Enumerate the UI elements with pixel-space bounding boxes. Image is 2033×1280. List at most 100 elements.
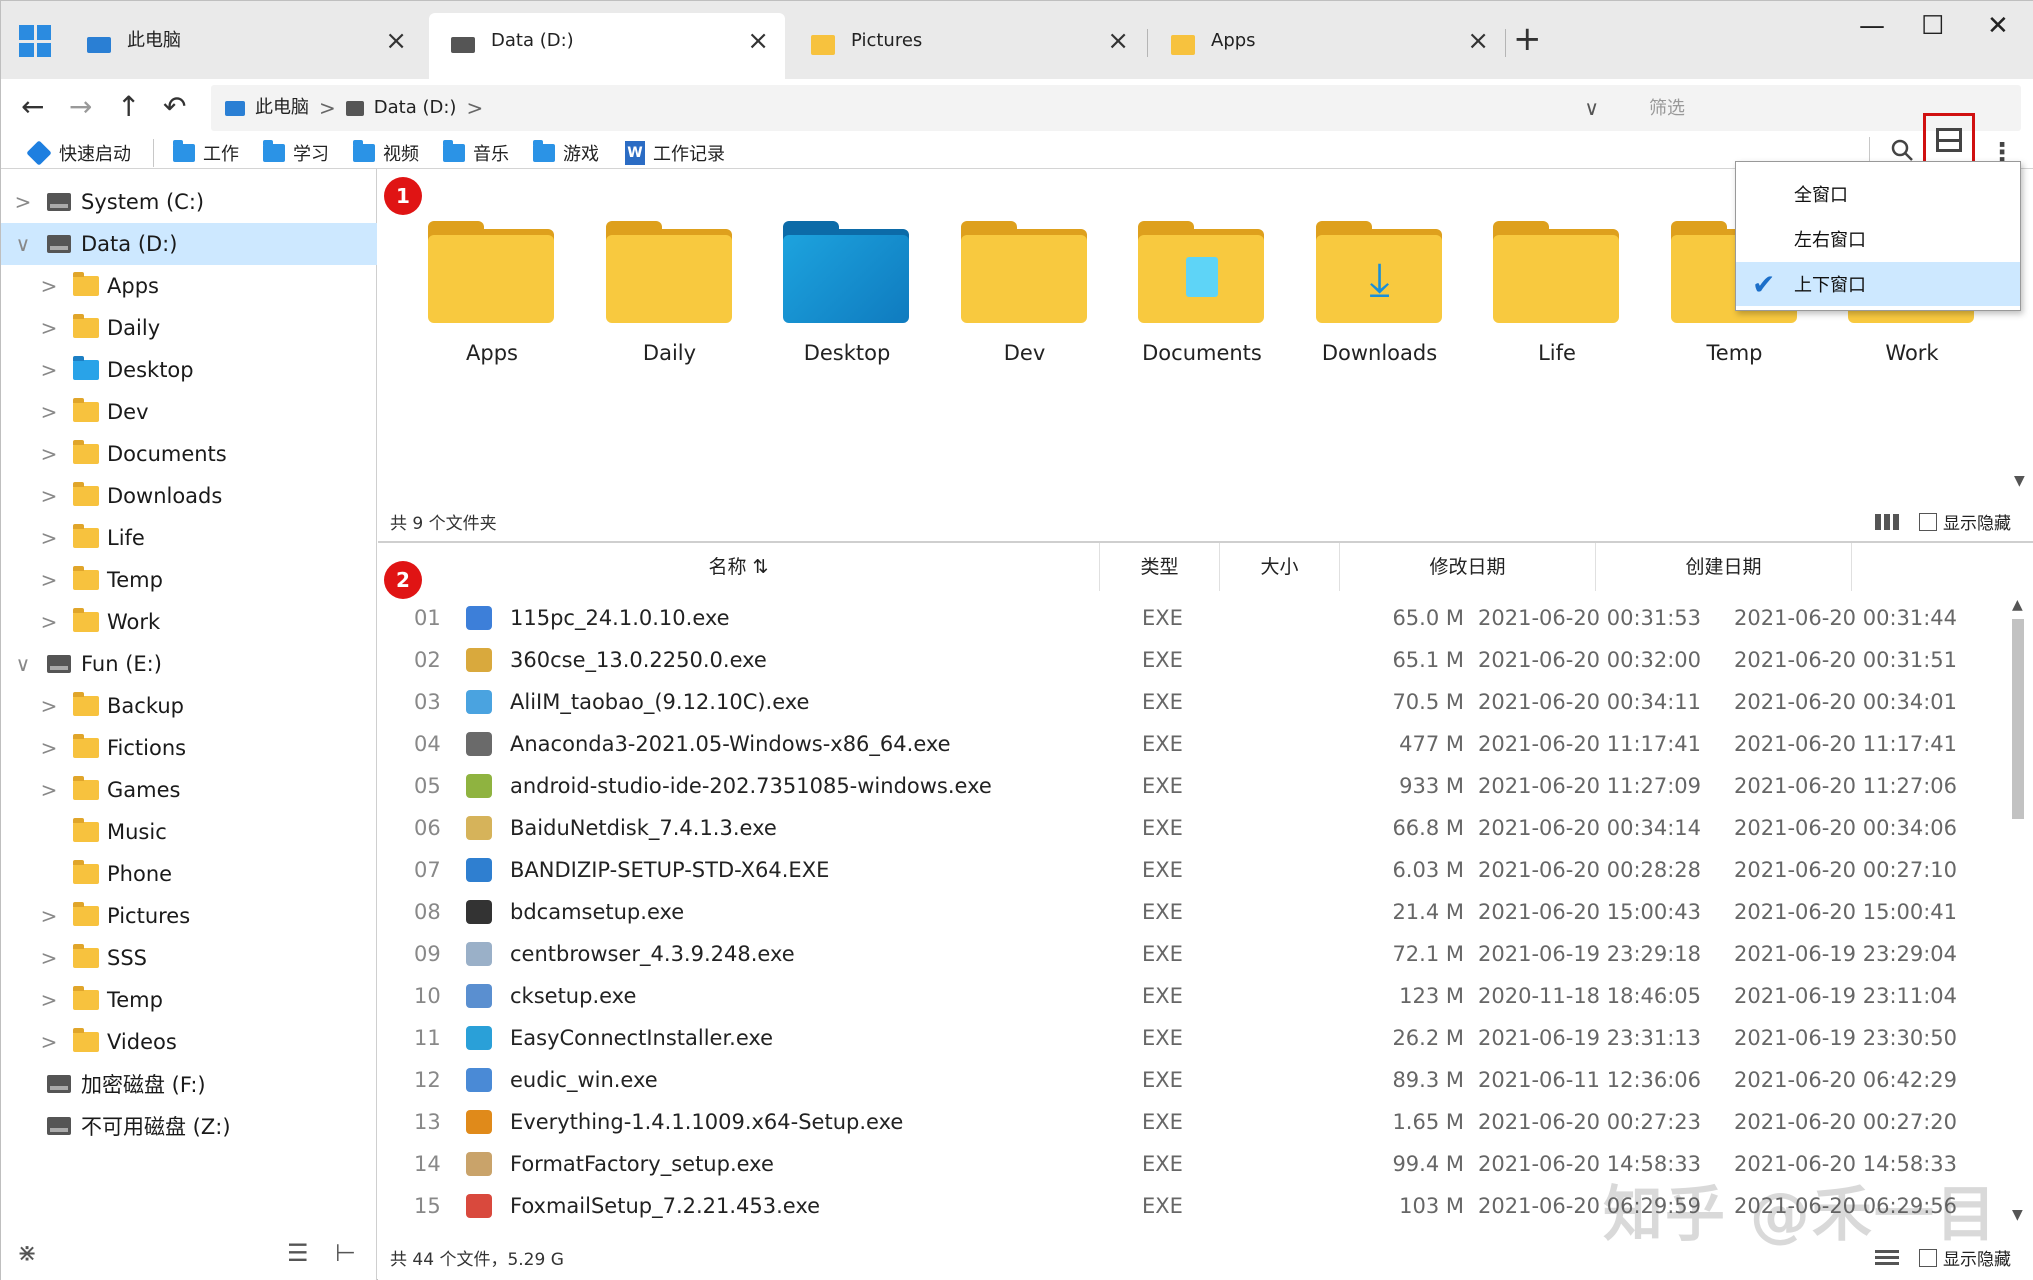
tree-item[interactable]: >Videos xyxy=(1,1021,377,1063)
bookmark-games[interactable]: 游戏 xyxy=(533,137,599,169)
table-row[interactable]: 02360cse_13.0.2250.0.exeEXE65.1 M2021-06… xyxy=(378,639,1998,681)
close-tab-icon[interactable]: × xyxy=(385,27,407,55)
chevron-right-icon[interactable]: > xyxy=(39,946,59,970)
table-row[interactable]: 11EasyConnectInstaller.exeEXE26.2 M2021-… xyxy=(378,1017,1998,1059)
chevron-right-icon[interactable]: > xyxy=(39,1030,59,1054)
chevron-right-icon[interactable]: > xyxy=(39,568,59,592)
table-row[interactable]: 03AliIM_taobao_(9.12.10C).exeEXE70.5 M20… xyxy=(378,681,1998,723)
breadcrumb-separator[interactable]: > xyxy=(466,85,483,131)
column-header-type[interactable]: 类型 xyxy=(1100,543,1220,591)
tree-item[interactable]: ∨Data (D:) xyxy=(1,223,377,265)
menu-item-top-bottom[interactable]: ✔ 上下窗口 xyxy=(1736,262,2020,306)
chevron-right-icon[interactable]: > xyxy=(39,316,59,340)
chevron-right-icon[interactable]: > xyxy=(39,736,59,760)
chevron-right-icon[interactable]: > xyxy=(39,610,59,634)
bookmark-video[interactable]: 视频 xyxy=(353,137,419,169)
tree-item[interactable]: >Downloads xyxy=(1,475,377,517)
tree-item[interactable]: >Backup xyxy=(1,685,377,727)
tree-view-icon[interactable]: ⊢ xyxy=(335,1237,356,1269)
chevron-right-icon[interactable]: > xyxy=(39,442,59,466)
address-dropdown-icon[interactable]: ∨ xyxy=(1584,85,1599,131)
table-row[interactable]: 01115pc_24.1.0.10.exeEXE65.0 M2021-06-20… xyxy=(378,597,1998,639)
tree-item[interactable]: 加密磁盘 (F:) xyxy=(1,1063,377,1105)
column-header-size[interactable]: 大小 xyxy=(1220,543,1340,591)
tree-item[interactable]: >Daily xyxy=(1,307,377,349)
close-window-button[interactable]: ✕ xyxy=(1987,11,2009,41)
tab-apps[interactable]: Apps × xyxy=(1149,13,1505,79)
folder-documents[interactable] xyxy=(1132,211,1272,321)
scroll-down-arrow[interactable]: ▼ xyxy=(2014,473,2025,489)
table-row[interactable]: 12eudic_win.exeEXE89.3 M2021-06-11 12:36… xyxy=(378,1059,1998,1101)
app-logo-icon[interactable] xyxy=(19,25,51,57)
back-button[interactable]: ← xyxy=(21,87,44,127)
folder-life[interactable] xyxy=(1487,211,1627,321)
breadcrumb-separator[interactable]: > xyxy=(319,85,336,131)
chevron-down-icon[interactable]: ∨ xyxy=(13,652,33,676)
chevron-right-icon[interactable]: > xyxy=(39,358,59,382)
address-bar[interactable]: 此电脑 > Data (D:) > ∨ xyxy=(211,85,1611,131)
folder-label[interactable]: Downloads xyxy=(1300,341,1460,365)
column-header-modified[interactable]: 修改日期 xyxy=(1340,543,1596,591)
scroll-up-arrow[interactable]: ▲ xyxy=(2012,597,2023,613)
indent-list-icon[interactable]: ☰ xyxy=(287,1237,309,1269)
minimize-button[interactable]: — xyxy=(1859,11,1885,41)
up-button[interactable]: ↑ xyxy=(117,87,140,127)
tree-item[interactable]: >SSS xyxy=(1,937,377,979)
bookmark-study[interactable]: 学习 xyxy=(263,137,329,169)
bookmark-work[interactable]: 工作 xyxy=(173,137,239,169)
layout-toggle-button[interactable] xyxy=(1923,113,1975,167)
tree-item[interactable]: >Documents xyxy=(1,433,377,475)
tree-item[interactable]: Music xyxy=(1,811,377,853)
tab-data-d[interactable]: Data (D:) × xyxy=(429,13,785,79)
maximize-button[interactable]: ☐ xyxy=(1921,11,1944,41)
folder-label[interactable]: Work xyxy=(1832,341,1992,365)
column-header-name[interactable]: 名称 ⇅ xyxy=(378,543,1100,591)
chevron-right-icon[interactable]: > xyxy=(39,526,59,550)
folder-label[interactable]: Life xyxy=(1477,341,1637,365)
scroll-down-arrow[interactable]: ▼ xyxy=(2012,1207,2023,1223)
table-row[interactable]: 04Anaconda3-2021.05-Windows-x86_64.exeEX… xyxy=(378,723,1998,765)
collapse-all-icon[interactable]: ⋇ xyxy=(17,1237,37,1269)
chevron-right-icon[interactable]: > xyxy=(39,274,59,298)
tree-item[interactable]: 不可用磁盘 (Z:) xyxy=(1,1105,377,1147)
breadcrumb-data-d[interactable]: Data (D:) xyxy=(374,85,457,131)
close-tab-icon[interactable]: × xyxy=(1107,27,1129,55)
menu-item-full-window[interactable]: 全窗口 xyxy=(1736,172,2020,216)
chevron-right-icon[interactable]: > xyxy=(39,694,59,718)
tree-item[interactable]: >Life xyxy=(1,517,377,559)
close-tab-icon[interactable]: × xyxy=(747,27,769,55)
table-row[interactable]: 10cksetup.exeEXE123 M2020-11-18 18:46:05… xyxy=(378,975,1998,1017)
tab-pictures[interactable]: Pictures × xyxy=(789,13,1145,79)
table-row[interactable]: 08bdcamsetup.exeEXE21.4 M2021-06-20 15:0… xyxy=(378,891,1998,933)
chevron-right-icon[interactable]: > xyxy=(39,400,59,424)
breadcrumb-this-pc[interactable]: 此电脑 xyxy=(255,85,309,131)
folder-label[interactable]: Desktop xyxy=(767,341,927,365)
tree-item[interactable]: >Desktop xyxy=(1,349,377,391)
tree-item[interactable]: Phone xyxy=(1,853,377,895)
close-tab-icon[interactable]: × xyxy=(1467,27,1489,55)
table-row[interactable]: 09centbrowser_4.3.9.248.exeEXE72.1 M2021… xyxy=(378,933,1998,975)
chevron-right-icon[interactable]: > xyxy=(39,484,59,508)
tree-item[interactable]: >System (C:) xyxy=(1,181,377,223)
folder-label[interactable]: Dev xyxy=(945,341,1105,365)
chevron-right-icon[interactable]: > xyxy=(39,988,59,1012)
folder-apps[interactable] xyxy=(422,211,562,321)
scrollbar-thumb[interactable] xyxy=(2012,619,2024,819)
new-tab-button[interactable]: + xyxy=(1513,19,1542,59)
chevron-down-icon[interactable]: ∨ xyxy=(13,232,33,256)
tab-this-pc[interactable]: 此电脑 × xyxy=(65,13,423,79)
column-header-created[interactable]: 创建日期 xyxy=(1596,543,1852,591)
tree-item[interactable]: >Temp xyxy=(1,979,377,1021)
folder-desktop[interactable] xyxy=(777,211,917,321)
tree-item[interactable]: >Apps xyxy=(1,265,377,307)
tree-item[interactable]: ∨Fun (E:) xyxy=(1,643,377,685)
folder-label[interactable]: Apps xyxy=(412,341,572,365)
folder-dev[interactable] xyxy=(955,211,1095,321)
tree-item[interactable]: >Pictures xyxy=(1,895,377,937)
tree-item[interactable]: >Work xyxy=(1,601,377,643)
table-row[interactable]: 13Everything-1.4.1.1009.x64-Setup.exeEXE… xyxy=(378,1101,1998,1143)
bookmark-quick-launch[interactable]: 快速启动 xyxy=(27,137,131,169)
folder-label[interactable]: Documents xyxy=(1122,341,1282,365)
show-hidden-toggle[interactable]: 显示隐藏 xyxy=(1875,509,2011,534)
table-row[interactable]: 07BANDIZIP-SETUP-STD-X64.EXEEXE6.03 M202… xyxy=(378,849,1998,891)
